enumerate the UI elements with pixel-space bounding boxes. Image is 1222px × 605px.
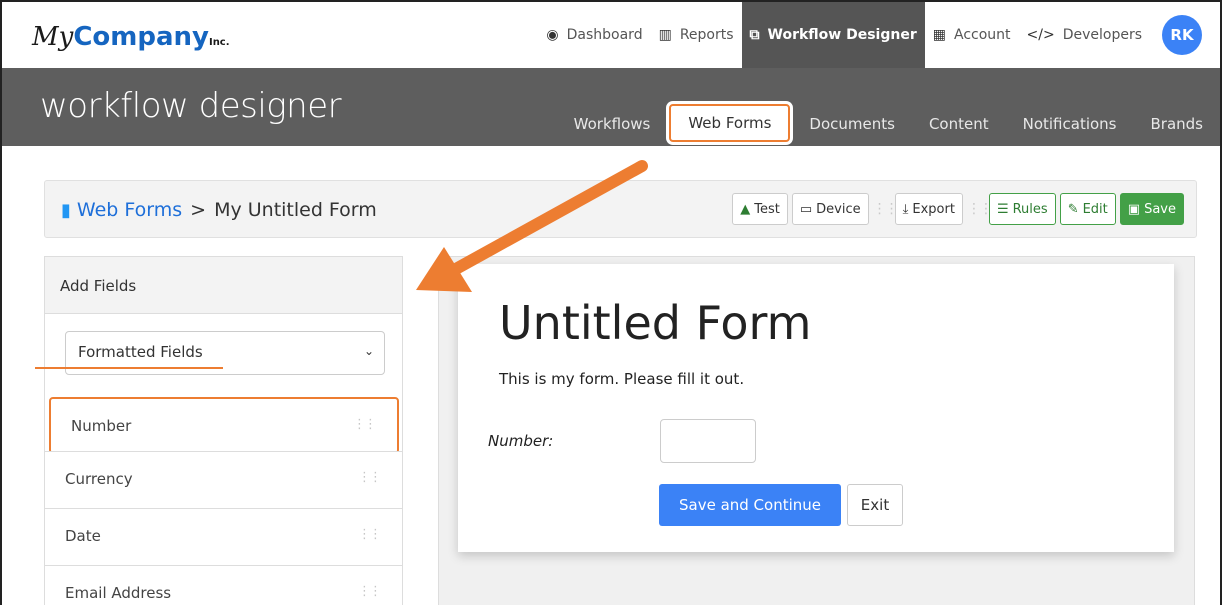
topnav-workflow-designer[interactable]: ⧉ Workflow Designer <box>741 2 925 68</box>
app-frame: MyCompanyInc. ◉ Dashboard ▥ Reports ⧉ Wo… <box>0 0 1222 605</box>
tab-web-forms[interactable]: Web Forms <box>669 104 791 142</box>
field-item-email-address[interactable]: Email Address ⋮⋮ <box>45 565 402 605</box>
form-toolbar: ▲ Test ▭ Device ⋮⋮ ⤓ Export ⋮⋮ ☰ Rules ✎… <box>728 193 1184 225</box>
topnav-reports[interactable]: ▥ Reports <box>651 2 742 68</box>
add-fields-heading: Add Fields <box>45 257 402 314</box>
topnav-account[interactable]: ▦ Account <box>925 2 1019 68</box>
device-button[interactable]: ▭ Device <box>791 193 869 225</box>
save-label: Save <box>1144 201 1176 217</box>
floppy-icon: ▣ <box>1127 201 1141 217</box>
top-navbar: MyCompanyInc. ◉ Dashboard ▥ Reports ⧉ Wo… <box>2 2 1220 68</box>
topnav-label: Reports <box>679 27 734 43</box>
tab-notifications[interactable]: Notifications <box>1006 102 1134 146</box>
logo-my: My <box>32 22 74 52</box>
tab-brands[interactable]: Brands <box>1134 102 1221 146</box>
download-icon: ⤓ <box>902 201 909 217</box>
list-check-icon: ☰ <box>996 201 1009 217</box>
test-label: Test <box>754 201 780 217</box>
export-label: Export <box>912 201 955 217</box>
topnav-label: Developers <box>1062 27 1142 43</box>
company-logo[interactable]: MyCompanyInc. <box>32 22 230 52</box>
form-title: Untitled Form <box>499 296 812 350</box>
drag-handle-icon[interactable]: ⋮⋮ <box>358 584 382 599</box>
tab-documents[interactable]: Documents <box>792 102 912 146</box>
topnav-label: Dashboard <box>566 27 643 43</box>
logo-inc: Inc. <box>208 37 230 48</box>
logo-company: Company <box>73 22 209 52</box>
save-and-continue-button[interactable]: Save and Continue <box>659 484 841 526</box>
breadcrumb-current: My Untitled Form <box>214 199 377 221</box>
exit-button[interactable]: Exit <box>847 484 903 526</box>
drag-handle-icon[interactable]: ⋮⋮ <box>358 470 382 485</box>
topnav-dashboard[interactable]: ◉ Dashboard <box>538 2 650 68</box>
top-nav: ◉ Dashboard ▥ Reports ⧉ Workflow Designe… <box>538 2 1220 68</box>
field-item-currency[interactable]: Currency ⋮⋮ <box>45 451 402 508</box>
save-button[interactable]: ▣ Save <box>1119 193 1184 225</box>
tab-workflows[interactable]: Workflows <box>557 102 668 146</box>
tab-content[interactable]: Content <box>912 102 1006 146</box>
breadcrumb: ▮ Web Forms > My Untitled Form <box>61 199 377 221</box>
topnav-label: Workflow Designer <box>767 27 917 43</box>
drag-handle-icon[interactable]: ⋮⋮ <box>353 417 377 432</box>
toolbar-grip-icon: ⋮⋮ <box>966 201 993 217</box>
field-item-label: Date <box>65 527 101 545</box>
field-item-label: Currency <box>65 470 133 488</box>
form-preview: Untitled Form This is my form. Please fi… <box>458 264 1174 552</box>
breadcrumb-separator: > <box>190 199 207 221</box>
toolbar-grip-icon: ⋮⋮ <box>872 201 899 217</box>
field-item-date[interactable]: Date ⋮⋮ <box>45 508 402 565</box>
flask-icon: ▲ <box>740 201 751 217</box>
field-item-number[interactable]: Number ⋮⋮ <box>49 397 399 454</box>
number-input[interactable] <box>660 419 756 463</box>
breadcrumb-bar: ▮ Web Forms > My Untitled Form ▲ Test ▭ … <box>44 180 1197 238</box>
section-tabs: Workflows Web Forms Documents Content No… <box>557 68 1220 146</box>
device-label: Device <box>816 201 861 217</box>
number-field-label: Number: <box>488 432 554 450</box>
section-title: workflow designer <box>40 86 342 126</box>
building-icon: ▦ <box>932 27 946 43</box>
edit-button[interactable]: ✎ Edit <box>1059 193 1116 225</box>
form-description: This is my form. Please fill it out. <box>499 370 745 388</box>
field-category-value: Formatted Fields <box>78 343 203 361</box>
category-underline <box>35 367 223 369</box>
reports-icon: ▥ <box>658 27 672 43</box>
section-header: workflow designer Workflows Web Forms Do… <box>2 68 1220 146</box>
export-button[interactable]: ⤓ Export <box>894 193 963 225</box>
document-icon: ▮ <box>61 199 71 221</box>
rules-button[interactable]: ☰ Rules <box>988 193 1056 225</box>
code-icon: </> <box>1026 27 1055 43</box>
topnav-label: Account <box>953 27 1011 43</box>
workflow-icon: ⧉ <box>749 27 760 43</box>
user-avatar[interactable]: RK <box>1162 15 1202 55</box>
field-item-label: Number <box>71 417 132 435</box>
breadcrumb-web-forms[interactable]: Web Forms <box>77 199 182 221</box>
test-button[interactable]: ▲ Test <box>732 193 788 225</box>
chevron-down-icon: ⌄ <box>363 344 374 358</box>
topnav-developers[interactable]: </> Developers <box>1019 2 1150 68</box>
rules-label: Rules <box>1012 201 1048 217</box>
edit-label: Edit <box>1082 201 1108 217</box>
add-fields-panel: Add Fields Formatted Fields ⌄ Number ⋮⋮ … <box>44 256 403 605</box>
monitor-icon: ▭ <box>799 201 813 217</box>
drag-handle-icon[interactable]: ⋮⋮ <box>358 527 382 542</box>
dashboard-icon: ◉ <box>546 27 559 43</box>
field-item-label: Email Address <box>65 584 172 602</box>
pencil-icon: ✎ <box>1067 201 1079 217</box>
